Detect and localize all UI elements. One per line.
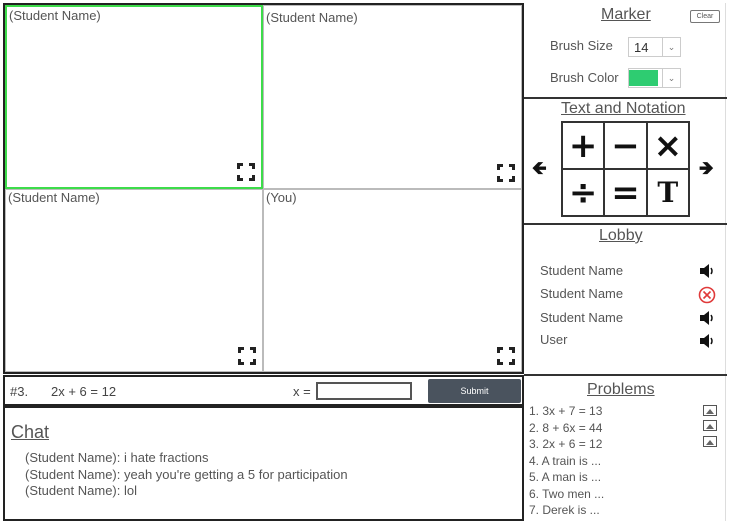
fullscreen-icon[interactable] [497,164,515,182]
answer-label: x = [293,384,311,399]
video-tile-label: (Student Name) [266,10,358,25]
brush-size-value: 14 [634,39,649,55]
speaker-icon[interactable] [699,334,715,348]
clear-button[interactable]: Clear [690,10,720,23]
chat-messages: (Student Name): i hate fractions (Studen… [25,450,348,500]
chat-message: (Student Name): yeah you're getting a 5 … [25,466,348,482]
multiply-button[interactable]: × [646,122,689,169]
brush-color-select[interactable]: ⌄ [628,68,681,88]
video-tile-3[interactable]: (Student Name) [5,189,263,372]
text-button[interactable]: T [646,169,689,216]
lobby-member-name: Student Name [540,310,624,325]
answer-input[interactable] [316,382,412,400]
video-tile-label: (Student Name) [9,8,101,23]
image-icon[interactable] [703,405,717,416]
notation-title: Text and Notation [561,100,686,117]
submit-button[interactable]: Submit [428,379,521,403]
arrow-right-icon[interactable]: 🡺 [699,156,714,186]
problem-number: #3. [10,384,29,399]
fullscreen-icon[interactable] [238,347,256,365]
video-tile-1[interactable]: (Student Name) [5,5,263,189]
chevron-down-icon: ⌄ [662,38,680,56]
problem-equation: 2x + 6 = 12 [51,384,117,399]
lobby-member-name: Student Name [540,286,624,301]
video-grid: (Student Name) (Student Name) (Student N… [3,3,524,374]
plus-button[interactable]: + [562,122,605,169]
divider [524,223,727,225]
lobby-member-name: Student Name [540,263,624,278]
video-tile-label: (You) [266,190,297,205]
lobby-member-name: User [540,332,568,347]
chat-message: (Student Name): i hate fractions [25,450,209,465]
lobby-title: Lobby [599,227,643,244]
chat-title: Chat [11,422,50,442]
divide-button[interactable]: ÷ [562,169,605,216]
speaker-icon[interactable] [699,264,715,278]
brush-size-label: Brush Size [550,38,613,53]
problem-item[interactable]: 7. Derek is ... [529,502,604,519]
divider [524,374,727,376]
video-tile-label: (Student Name) [8,190,100,205]
color-swatch [629,70,658,86]
brush-size-select[interactable]: 14 ⌄ [628,37,681,57]
minus-button[interactable]: − [604,122,647,169]
fullscreen-icon[interactable] [237,163,255,181]
problem-item[interactable]: 6. Two men ... [529,486,604,503]
marker-title: Marker [601,6,651,23]
brush-color-label: Brush Color [550,70,619,85]
video-tile-self[interactable]: (You) [263,189,522,372]
problem-item[interactable]: 2. 8 + 6x = 44 [529,420,604,437]
arrow-left-icon[interactable]: 🡸 [532,156,547,186]
image-icon[interactable] [703,436,717,447]
problems-list: 1. 3x + 7 = 13 2. 8 + 6x = 44 3. 2x + 6 … [529,403,604,519]
problem-item[interactable]: 5. A man is ... [529,469,604,486]
problem-item[interactable]: 3. 2x + 6 = 12 [529,436,604,453]
notation-grid: + − × ÷ = T [561,121,690,217]
divider [524,97,727,99]
video-tile-2[interactable]: (Student Name) [263,5,522,189]
chat-message: (Student Name): lol [25,483,137,498]
fullscreen-icon[interactable] [497,347,515,365]
problem-bar: #3. 2x + 6 = 12 x = Submit [3,375,524,406]
problem-item[interactable]: 1. 3x + 7 = 13 [529,403,604,420]
problems-title: Problems [587,381,655,398]
equals-button[interactable]: = [604,169,647,216]
image-icon[interactable] [703,420,717,431]
chat-panel: Chat (Student Name): i hate fractions (S… [3,406,524,521]
muted-x-icon[interactable] [698,286,716,304]
chevron-down-icon: ⌄ [662,69,680,87]
problem-item[interactable]: 4. A train is ... [529,453,604,470]
speaker-icon[interactable] [699,311,715,325]
